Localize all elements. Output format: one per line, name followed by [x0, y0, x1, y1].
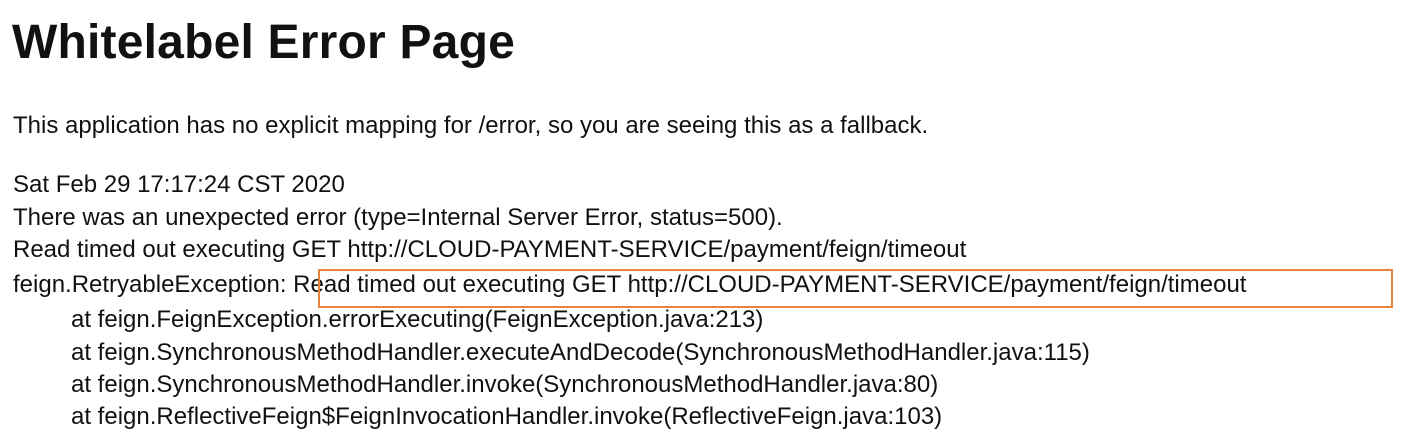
timestamp: Sat Feb 29 17:17:24 CST 2020 [13, 171, 345, 198]
fallback-message: This application has no explicit mapping… [13, 112, 929, 139]
page-title: Whitelabel Error Page [12, 16, 515, 69]
exception-line: feign.RetryableException: Read timed out… [13, 269, 1246, 301]
error-message: Read timed out executing GET http://CLOU… [13, 236, 967, 263]
stack-trace-line: at feign.FeignException.errorExecuting(F… [71, 306, 764, 333]
exception-prefix: feign.RetryableException: [13, 271, 294, 298]
stack-trace-line: at feign.SynchronousMethodHandler.invoke… [71, 371, 939, 398]
error-page: Whitelabel Error Page This application h… [0, 0, 1414, 437]
stack-trace-line: at feign.ReflectiveFeign$FeignInvocation… [71, 403, 943, 430]
stack-trace-line: at feign.SynchronousMethodHandler.execut… [71, 339, 1090, 366]
exception-message: Read timed out executing GET http://CLOU… [293, 271, 1247, 298]
error-summary: There was an unexpected error (type=Inte… [13, 204, 783, 231]
